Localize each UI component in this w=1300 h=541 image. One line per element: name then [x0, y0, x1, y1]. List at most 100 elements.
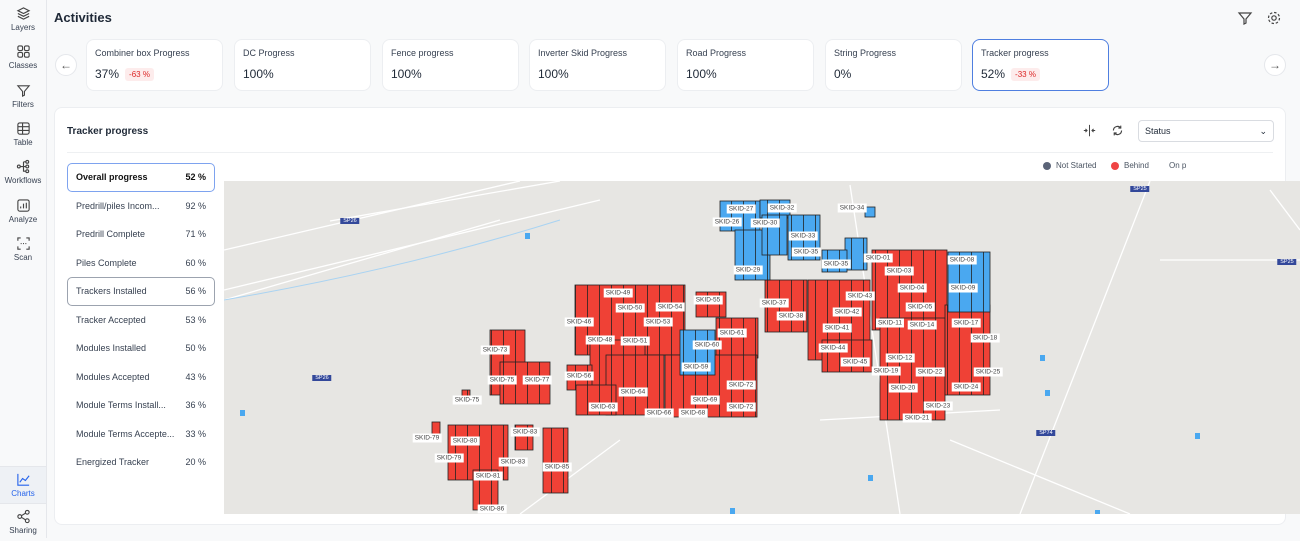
- skid-block-blue[interactable]: [864, 206, 876, 218]
- sidebar-item-analyze[interactable]: Analyze: [0, 192, 46, 230]
- card-label: Inverter Skid Progress: [538, 48, 628, 58]
- card-value: 100%: [538, 67, 569, 81]
- skid-label: SKID-42: [832, 307, 862, 317]
- skid-label: SKID-59: [681, 362, 711, 372]
- skid-label: SKID-54: [655, 302, 685, 312]
- road: [949, 439, 1131, 514]
- sidebar: Layers Classes Filters Table Workflows Analyz…: [0, 0, 47, 538]
- progress-row[interactable]: Modules Installed 50 %: [67, 334, 215, 363]
- chart-box-icon: [16, 198, 30, 212]
- row-label: Module Terms Install...: [76, 400, 166, 411]
- skid-label: SKID-46: [564, 317, 594, 327]
- line-chart-icon: [16, 473, 30, 486]
- row-value: 71 %: [185, 229, 206, 240]
- sidebar-item-workflows[interactable]: Workflows: [0, 153, 46, 191]
- skid-label: SKID-77: [522, 375, 552, 385]
- progress-row[interactable]: Module Terms Accepte... 33 %: [67, 420, 215, 449]
- grid-icon: [16, 45, 30, 58]
- workflow-icon: [16, 160, 29, 174]
- card-label: DC Progress: [243, 48, 295, 58]
- legend-item: Not Started: [1043, 161, 1096, 170]
- activity-card[interactable]: Tracker progress 52% -33 %: [972, 39, 1109, 91]
- chevron-down-icon: ⌄: [1259, 126, 1267, 136]
- delta-badge: -33 %: [1011, 67, 1040, 81]
- skid-label: SKID-63: [588, 402, 618, 412]
- row-value: 52 %: [185, 172, 206, 183]
- activity-card[interactable]: Fence progress 100%: [382, 39, 519, 91]
- skid-label: SKID-79: [434, 453, 464, 463]
- road-label: SP26: [312, 375, 332, 381]
- skid-label: SKID-03: [884, 266, 914, 276]
- skid-label: SKID-37: [759, 298, 789, 308]
- skid-label: SKID-05: [905, 302, 935, 312]
- sidebar-item-label: Analyze: [8, 214, 38, 224]
- progress-row[interactable]: Piles Complete 60 %: [67, 249, 215, 278]
- activity-card[interactable]: String Progress 0%: [825, 39, 962, 91]
- row-value: 33 %: [185, 428, 206, 439]
- filter-icon[interactable]: [1237, 10, 1253, 26]
- row-label: Energized Tracker: [76, 457, 150, 468]
- collapse-icon[interactable]: [1083, 124, 1096, 137]
- skid-block-behind[interactable]: [542, 427, 569, 494]
- row-label: Predrill/piles Incom...: [76, 200, 160, 211]
- row-value: 60 %: [185, 257, 206, 268]
- skid-label: SKID-17: [951, 318, 981, 328]
- scroll-right-button[interactable]: →: [1264, 54, 1286, 76]
- sidebar-item-layers[interactable]: Layers: [0, 0, 46, 38]
- water-body: [1040, 355, 1045, 361]
- activity-card[interactable]: Combiner box Progress 37% -63 %: [86, 39, 223, 91]
- activity-card[interactable]: Inverter Skid Progress 100%: [529, 39, 666, 91]
- skid-label: SKID-75: [487, 375, 517, 385]
- gear-icon[interactable]: [1266, 10, 1282, 26]
- skid-label: SKID-27: [726, 204, 756, 214]
- progress-row[interactable]: Tracker Accepted 53 %: [67, 306, 215, 335]
- card-label: String Progress: [834, 48, 897, 58]
- card-value: 0%: [834, 67, 852, 81]
- activity-card[interactable]: DC Progress 100%: [234, 39, 371, 91]
- legend-dot: [1043, 161, 1051, 170]
- skid-label: SKID-35: [791, 247, 821, 257]
- sidebar-item-classes[interactable]: Classes: [0, 38, 46, 76]
- scroll-left-button[interactable]: ←: [55, 54, 77, 76]
- progress-row[interactable]: Modules Accepted 43 %: [67, 363, 215, 392]
- progress-row[interactable]: Module Terms Install... 36 %: [67, 391, 215, 420]
- sidebar-item-scan[interactable]: Scan: [0, 230, 46, 268]
- progress-row[interactable]: Overall progress 52 %: [67, 163, 215, 192]
- progress-row[interactable]: Predrill Complete 71 %: [67, 220, 215, 249]
- skid-label: SKID-85: [542, 462, 572, 472]
- share-icon: [16, 509, 30, 524]
- sidebar-item-table[interactable]: Table: [0, 115, 46, 153]
- skid-label: SKID-41: [822, 323, 852, 333]
- skid-label: SKID-44: [818, 343, 848, 353]
- skid-label: SKID-22: [915, 367, 945, 377]
- skid-label: SKID-43: [845, 291, 875, 301]
- skid-label: SKID-83: [498, 457, 528, 467]
- water-body: [1095, 510, 1100, 514]
- row-value: 92 %: [185, 200, 206, 211]
- skid-block-behind[interactable]: [715, 317, 759, 359]
- status-select[interactable]: Status ⌄: [1138, 120, 1274, 142]
- skid-label: SKID-51: [620, 336, 650, 346]
- skid-label: SKID-86: [477, 504, 507, 514]
- progress-row[interactable]: Energized Tracker 20 %: [67, 448, 215, 477]
- delta-badge: -63 %: [125, 67, 154, 81]
- progress-row[interactable]: Trackers Installed 56 %: [67, 277, 215, 306]
- scan-icon: [16, 237, 30, 250]
- skid-label: SKID-60: [692, 340, 722, 350]
- water-body: [525, 233, 530, 239]
- sidebar-item-sharing[interactable]: Sharing: [0, 503, 46, 541]
- filter-icon: [16, 84, 30, 97]
- refresh-icon[interactable]: [1111, 124, 1124, 137]
- sidebar-item-charts[interactable]: Charts: [0, 466, 46, 504]
- map[interactable]: SP26 SP26 SP25 SP25 SP74 SKID-27 SKID-26 SKID-3…: [224, 181, 1300, 514]
- row-label: Overall progress: [76, 172, 148, 183]
- skid-label: SKID-25: [973, 367, 1003, 377]
- progress-row[interactable]: Predrill/piles Incom... 92 %: [67, 192, 215, 221]
- card-value: 100%: [391, 67, 422, 81]
- activity-card[interactable]: Road Progress 100%: [677, 39, 814, 91]
- skid-label: SKID-55: [693, 295, 723, 305]
- card-value: 100%: [243, 67, 274, 81]
- skid-block-behind[interactable]: [431, 421, 441, 435]
- sidebar-item-filters[interactable]: Filters: [0, 77, 46, 115]
- skid-label: SKID-79: [412, 433, 442, 443]
